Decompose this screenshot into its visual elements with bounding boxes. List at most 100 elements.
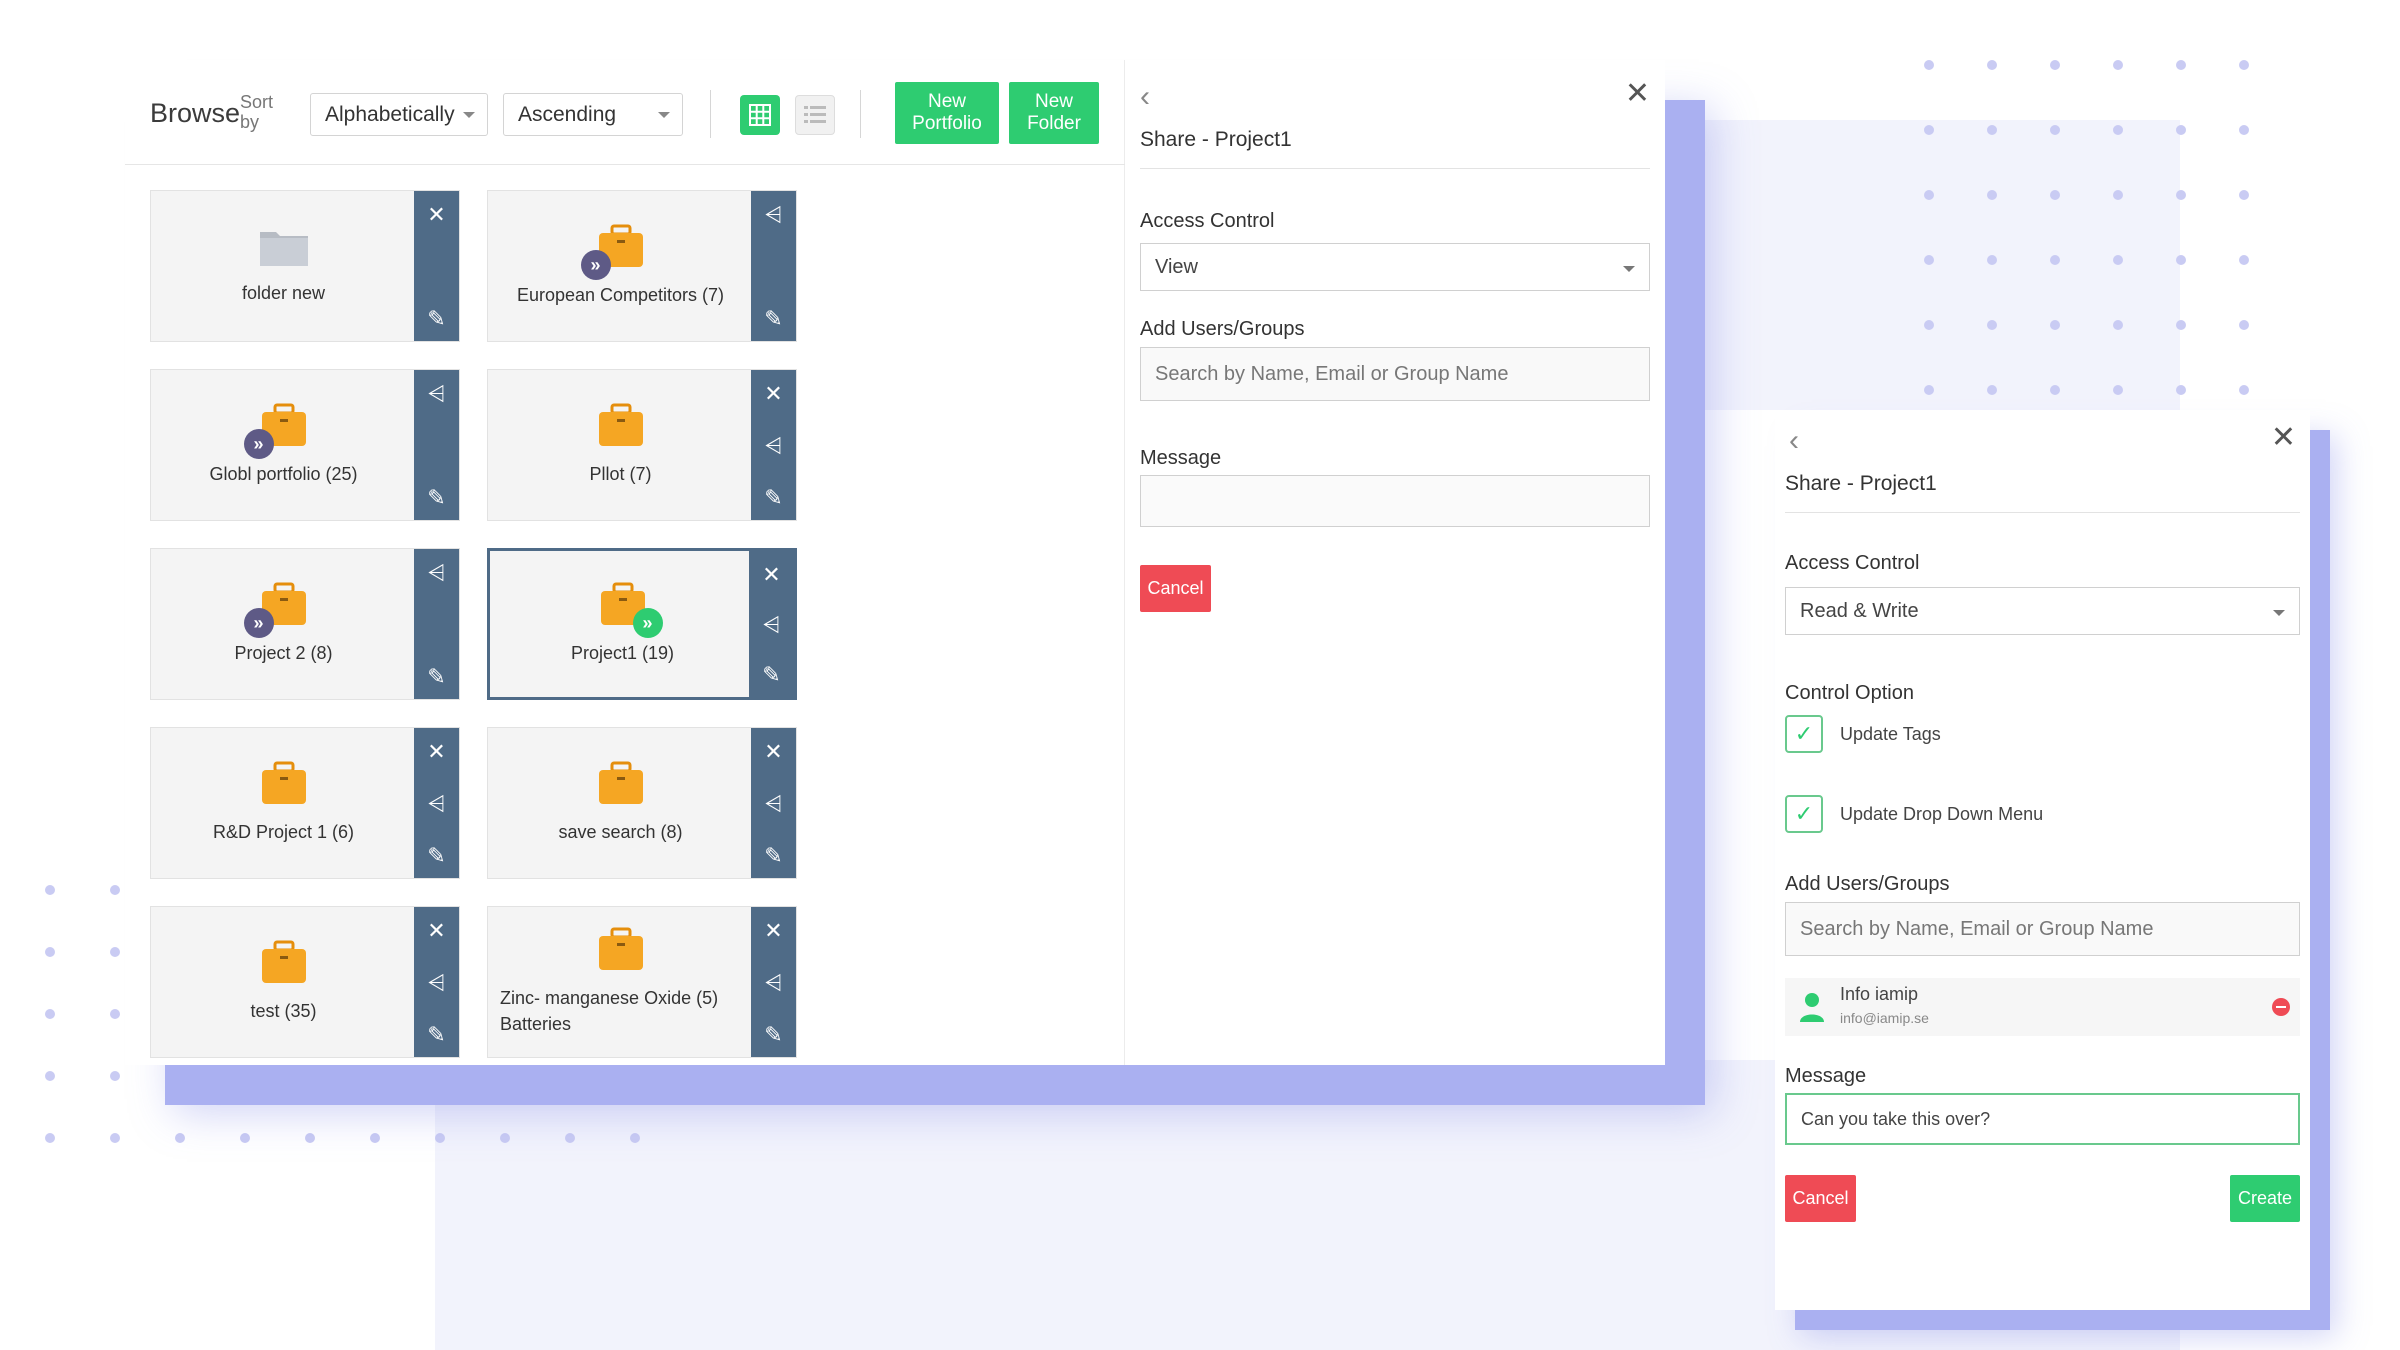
- tile-save-search[interactable]: save search (8) ✕ ⩤ ✎: [487, 727, 797, 879]
- dot: [2176, 190, 2186, 200]
- edit-icon[interactable]: ✎: [764, 484, 782, 512]
- edit-icon[interactable]: ✎: [764, 842, 782, 870]
- dot: [1987, 190, 1997, 200]
- access-control-select[interactable]: Read & Write: [1785, 587, 2300, 635]
- share-icon[interactable]: ⩤: [428, 790, 446, 818]
- dot: [2176, 320, 2186, 330]
- dot: [2239, 60, 2249, 70]
- grid-view-button[interactable]: [740, 95, 780, 135]
- close-icon[interactable]: ✕: [764, 380, 782, 408]
- message-value: Can you take this over?: [1801, 1108, 1991, 1129]
- dot: [110, 885, 120, 895]
- dot: [1924, 60, 1934, 70]
- cancel-button[interactable]: Cancel: [1140, 565, 1211, 612]
- tile-project1[interactable]: » Project1 (19) ✕ ⩤ ✎: [487, 548, 797, 700]
- new-folder-button[interactable]: New Folder: [1009, 82, 1099, 144]
- remove-user-icon[interactable]: [2272, 998, 2290, 1016]
- dot: [2113, 255, 2123, 265]
- list-view-button[interactable]: [795, 95, 835, 135]
- dot: [2239, 255, 2249, 265]
- message-label: Message: [1140, 447, 1222, 469]
- portfolio-icon: »: [580, 224, 647, 280]
- shared-user-row: Info iamip info@iamip.se: [1785, 978, 2300, 1036]
- portfolio-icon: »: [597, 582, 663, 638]
- portfolio-icon: »: [243, 582, 310, 638]
- tile-project-2[interactable]: » Project 2 (8) ⩤ ✎: [150, 548, 460, 700]
- tile-body: test (35): [151, 907, 416, 1057]
- sort-select-value: Alphabetically: [325, 102, 455, 126]
- tile-european-competitors[interactable]: » European Competitors (7) ⩤ ✎: [487, 190, 797, 342]
- dot: [565, 1071, 575, 1081]
- access-control-select[interactable]: View: [1140, 243, 1650, 291]
- dot: [2113, 190, 2123, 200]
- tile-body: » European Competitors (7): [488, 191, 753, 341]
- dot: [370, 1071, 380, 1081]
- dot: [175, 1071, 185, 1081]
- sort-select[interactable]: Alphabetically: [310, 93, 488, 136]
- create-button[interactable]: Create: [2230, 1175, 2300, 1222]
- close-icon[interactable]: ✕: [762, 561, 780, 589]
- update-tags-label: Update Tags: [1840, 724, 1941, 744]
- tile-folder-new[interactable]: folder new ✕ ✎: [150, 190, 460, 342]
- tile-actions: ✕ ⩤ ✎: [414, 907, 459, 1057]
- edit-icon[interactable]: ✎: [427, 484, 445, 512]
- back-icon[interactable]: ‹: [1789, 424, 1799, 458]
- order-select[interactable]: Ascending: [503, 93, 683, 136]
- share-icon[interactable]: ⩤: [765, 201, 783, 229]
- close-icon[interactable]: ✕: [427, 201, 445, 229]
- tile-actions: ⩤ ✎: [751, 191, 796, 341]
- share-icon[interactable]: ⩤: [428, 969, 446, 997]
- back-icon[interactable]: ‹: [1140, 80, 1150, 114]
- close-icon[interactable]: ✕: [2271, 420, 2296, 455]
- user-search-input[interactable]: Search by Name, Email or Group Name: [1140, 347, 1650, 401]
- dot: [305, 1071, 315, 1081]
- close-icon[interactable]: ✕: [427, 917, 445, 945]
- dot: [2176, 125, 2186, 135]
- edit-icon[interactable]: ✎: [764, 1021, 782, 1049]
- edit-icon[interactable]: ✎: [427, 663, 445, 691]
- new-portfolio-button[interactable]: New Portfolio: [895, 82, 999, 144]
- share-icon[interactable]: ⩤: [765, 790, 783, 818]
- update-dropdown-checkbox[interactable]: ✓: [1785, 795, 1823, 833]
- dot: [240, 1133, 250, 1143]
- edit-icon[interactable]: ✎: [427, 1021, 445, 1049]
- divider: [710, 90, 711, 138]
- share-icon[interactable]: ⩤: [428, 559, 446, 587]
- access-control-value: Read & Write: [1800, 599, 1919, 622]
- close-icon[interactable]: ✕: [764, 917, 782, 945]
- dot: [1987, 320, 1997, 330]
- search-placeholder: Search by Name, Email or Group Name: [1800, 917, 2154, 940]
- browse-title: Browse: [150, 98, 241, 128]
- edit-icon[interactable]: ✎: [764, 305, 782, 333]
- tile-label: Zinc- manganese Oxide (5) Batteries: [500, 988, 719, 1034]
- message-textarea[interactable]: [1140, 475, 1650, 527]
- share-icon[interactable]: ⩤: [765, 969, 783, 997]
- edit-icon[interactable]: ✎: [427, 842, 445, 870]
- tile-body: folder new: [151, 191, 416, 341]
- share-title: Share - Project1: [1140, 128, 1292, 151]
- dot: [2113, 125, 2123, 135]
- edit-icon[interactable]: ✎: [762, 661, 780, 689]
- folder-icon: [259, 232, 308, 266]
- user-search-input[interactable]: Search by Name, Email or Group Name: [1785, 902, 2300, 956]
- cancel-button[interactable]: Cancel: [1785, 1175, 1856, 1222]
- tile-body: » Project 2 (8): [151, 549, 416, 699]
- dot: [2050, 60, 2060, 70]
- tile-rd-project-1[interactable]: R&D Project 1 (6) ✕ ⩤ ✎: [150, 727, 460, 879]
- message-textarea[interactable]: Can you take this over?: [1785, 1093, 2300, 1145]
- edit-icon[interactable]: ✎: [427, 305, 445, 333]
- share-icon[interactable]: ⩤: [428, 380, 446, 408]
- browse-panel: Browse Sort by Alphabetically Ascending: [125, 60, 1125, 1065]
- tile-globl-portfolio[interactable]: » Globl portfolio (25) ⩤ ✎: [150, 369, 460, 521]
- tile-label: save search (8): [558, 822, 683, 842]
- close-icon[interactable]: ✕: [764, 738, 782, 766]
- tile-zinc-manganese[interactable]: Zinc- manganese Oxide (5) Batteries ✕ ⩤ …: [487, 906, 797, 1058]
- share-icon[interactable]: ⩤: [763, 611, 781, 639]
- close-icon[interactable]: ✕: [427, 738, 445, 766]
- update-tags-checkbox[interactable]: ✓: [1785, 715, 1823, 753]
- close-icon[interactable]: ✕: [1625, 76, 1650, 111]
- tile-actions: ⩤ ✎: [414, 370, 459, 520]
- share-icon[interactable]: ⩤: [765, 432, 783, 460]
- tile-pllot[interactable]: Pllot (7) ✕ ⩤ ✎: [487, 369, 797, 521]
- tile-test[interactable]: test (35) ✕ ⩤ ✎: [150, 906, 460, 1058]
